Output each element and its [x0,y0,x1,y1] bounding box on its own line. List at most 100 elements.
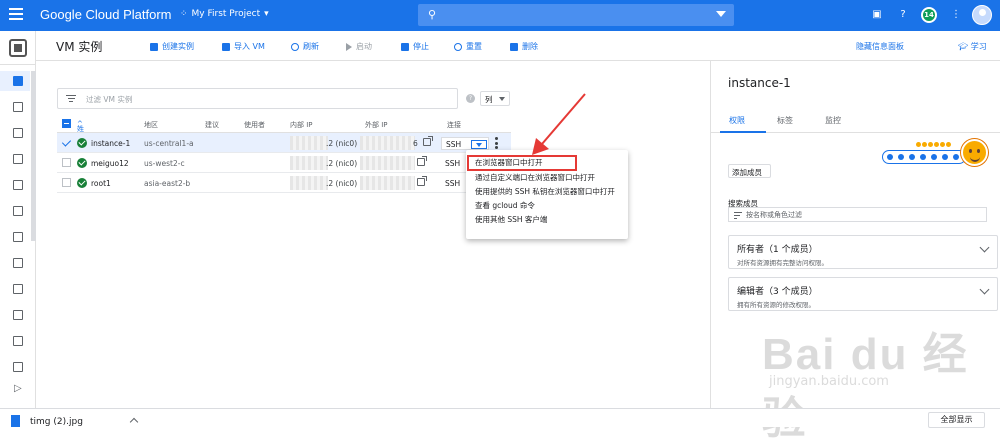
notifications-badge[interactable]: 14 [921,7,937,23]
nav-images-icon[interactable] [13,232,23,242]
role-editor-card[interactable]: 编辑者（3 个成员） 拥有所有资源的修改权限。 [728,277,998,311]
row-checkbox[interactable] [62,178,71,187]
search-members-input[interactable]: 按名称或角色过滤 [728,207,987,222]
import-vm-button[interactable]: 导入 VM [222,41,265,52]
table-row[interactable]: instance-1 us-central1-a .2 (nic0) 6 SSH [57,133,511,153]
ssh-dropdown-icon[interactable] [471,140,487,149]
compute-engine-icon[interactable] [9,39,27,57]
status-running-icon [77,158,87,168]
ssh-dropdown-menu: 在浏览器窗口中打开 通过自定义端口在浏览器窗口中打开 使用提供的 SSH 私钥在… [466,150,628,239]
refresh-button[interactable]: 刷新 [291,41,319,52]
filter-icon [734,212,742,221]
menu-item-view-gcloud[interactable]: 查看 gcloud 命令 [466,199,628,213]
open-in-new-icon[interactable] [417,176,427,186]
more-vert-icon[interactable] [495,137,498,151]
columns-button[interactable]: 列 [480,91,510,106]
chevron-down-icon[interactable] [979,242,990,253]
internal-ip: .2 (nic0) [326,159,358,168]
search-dropdown-icon[interactable] [716,11,726,17]
show-all-button[interactable]: 全部显示 [928,412,985,428]
power-icon [454,42,462,51]
nav-tpus-icon[interactable] [13,258,23,268]
nav-vm-instances-icon[interactable] [13,76,23,86]
table-row[interactable]: meiguo12 us-west2-c .2 (nic0) SSH [57,153,511,173]
nav-snapshots-icon[interactable] [13,206,23,216]
reset-button[interactable]: 重置 [454,41,482,52]
top-bar: Google Cloud Platform ⁘ My First Project… [0,0,1000,31]
hide-info-panel-button[interactable]: 隐藏信息面板 [856,41,904,52]
open-in-new-icon[interactable] [423,136,433,146]
nav-scrollbar[interactable] [31,71,36,241]
ssh-label: SSH [445,159,461,168]
project-selector[interactable]: ⁘ My First Project ▾ [180,9,269,19]
chevron-down-icon[interactable] [979,284,990,295]
instance-name[interactable]: root1 [91,179,111,188]
nav-security-icon[interactable] [13,336,23,346]
nav-instance-groups-icon[interactable] [13,102,23,112]
avatar[interactable] [972,5,992,25]
col-zone[interactable]: 地区 [144,120,158,130]
col-name[interactable]: 姓名 ^ [77,120,84,143]
tab-monitoring[interactable]: 监控 [825,115,841,126]
brand-title[interactable]: Google Cloud Platform [40,7,172,22]
stop-button[interactable]: 停止 [401,41,429,52]
col-external-ip[interactable]: 外部 IP [365,120,388,130]
col-internal-ip[interactable]: 内部 IP [290,120,313,130]
smiley-face-icon[interactable] [961,139,988,166]
nav-health-checks-icon[interactable] [13,310,23,320]
learn-button[interactable]: 🎓︎ 学习 [958,41,987,52]
open-in-new-icon[interactable] [417,156,427,166]
row-checkbox[interactable] [62,138,71,147]
help-circle-icon[interactable]: ? [466,94,475,103]
create-instance-button[interactable]: 创建实例 [150,41,194,52]
col-recommendation[interactable]: 建议 [205,120,219,130]
input-method-toolbar[interactable] [882,150,966,164]
download-file-name[interactable]: timg (2).jpg [30,417,83,427]
left-nav-rail: ▷ [0,31,36,408]
start-button[interactable]: 启动 [346,41,372,52]
delete-button[interactable]: 删除 [510,41,538,52]
external-ip-redacted [360,176,415,190]
nav-sole-tenant-icon[interactable] [13,154,23,164]
expand-nav-icon[interactable]: ▷ [14,383,22,394]
internal-ip-redacted [290,136,328,150]
ssh-label: SSH [446,140,462,149]
filter-vm-instances-input[interactable]: 过滤 VM 实例 [57,88,458,109]
help-icon[interactable]: ? [896,8,910,22]
more-vert-icon[interactable]: ⋮ [949,8,963,22]
instance-zone: us-central1-a [144,139,194,148]
role-owner-title: 所有者（1 个成员） [737,245,818,255]
refresh-icon [291,42,299,51]
menu-item-other-client[interactable]: 使用其他 SSH 客户端 [466,213,628,227]
col-in-use-by[interactable]: 使用者 [244,120,265,130]
nav-marketplace-icon[interactable] [13,362,23,372]
divider [0,64,36,65]
role-owner-card[interactable]: 所有者（1 个成员） 对所有资源拥有完整访问权限。 [728,235,998,269]
ssh-button[interactable]: SSH [441,137,489,150]
search-bar[interactable]: ⚲ [418,4,734,26]
col-connect[interactable]: 连接 [447,120,461,130]
nav-metadata-icon[interactable] [13,284,23,294]
instance-name[interactable]: instance-1 [91,139,130,148]
tab-permissions[interactable]: 权限 [729,115,745,126]
filter-icon [66,95,76,104]
external-ip[interactable]: 6 [413,139,418,148]
tab-labels[interactable]: 标签 [777,115,793,126]
nav-instance-templates-icon[interactable] [13,128,23,138]
menu-item-open-private-key[interactable]: 使用提供的 SSH 私钥在浏览器窗口中打开 [466,185,628,199]
menu-item-open-custom-port[interactable]: 通过自定义端口在浏览器窗口中打开 [466,171,628,185]
table-row[interactable]: root1 asia-east2-b .2 (nic0) SSH [57,173,511,193]
instance-name[interactable]: meiguo12 [91,159,129,168]
chevron-up-icon[interactable] [129,417,139,427]
row-checkbox[interactable] [62,158,71,167]
add-member-button[interactable]: 添加成员 [728,164,771,178]
panel-title: instance-1 [728,76,791,90]
menu-icon[interactable] [9,8,23,22]
school-icon: 🎓︎ [958,42,969,51]
panel-tabs: 权限 标签 监控 [711,107,1000,133]
nav-disks-icon[interactable] [13,180,23,190]
cloud-shell-icon[interactable]: ▣ [870,8,884,22]
reset-label: 重置 [466,42,482,51]
menu-item-open-in-browser[interactable]: 在浏览器窗口中打开 [467,155,577,171]
select-all-checkbox[interactable] [62,119,71,128]
